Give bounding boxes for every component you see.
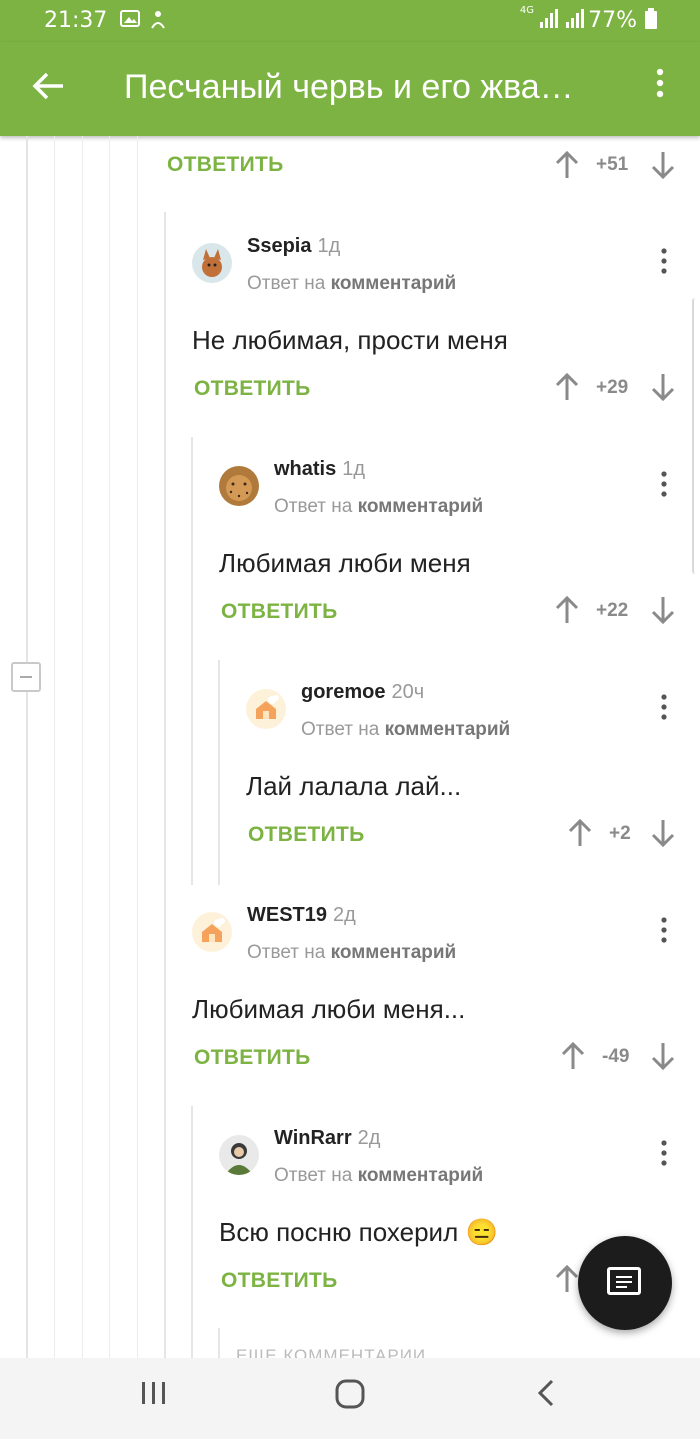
reply-to: Ответ на комментарий — [274, 1165, 484, 1186]
reply-to-link[interactable]: комментарий — [331, 942, 457, 963]
more-vert-icon[interactable] — [654, 1140, 674, 1170]
reply-to: Ответ на комментарий — [247, 273, 457, 294]
reply-to-link[interactable]: комментарий — [358, 496, 484, 517]
arrow-up-icon[interactable] — [554, 1264, 580, 1300]
comment-fab-button[interactable] — [578, 1236, 672, 1330]
reply-button[interactable]: ОТВЕТИТЬ — [248, 823, 365, 847]
more-vert-icon[interactable] — [654, 694, 674, 724]
thread-guide — [109, 136, 110, 1358]
comment-username[interactable]: WEST19 2д — [247, 904, 356, 927]
battery: 77% — [588, 8, 658, 33]
recent-apps-icon[interactable] — [140, 1378, 168, 1416]
reply-button[interactable]: ОТВЕТИТЬ — [194, 377, 311, 401]
thread-guide — [137, 136, 138, 1358]
thread-line — [191, 1106, 193, 1358]
comment-username[interactable]: goremoe 20ч — [301, 681, 424, 704]
battery-icon — [645, 8, 657, 29]
arrow-down-icon[interactable] — [650, 595, 676, 631]
avatar[interactable] — [219, 466, 259, 506]
comment-age: 2д — [333, 904, 356, 926]
thread-line — [218, 660, 220, 885]
comment-text: Всю посню похерил 😑 — [219, 1217, 498, 1247]
thread-guide — [54, 136, 55, 1358]
vote-score: -49 — [602, 1046, 630, 1067]
vote-score: +22 — [596, 600, 629, 621]
arrow-up-icon[interactable] — [554, 150, 580, 186]
comment-age: 1д — [317, 235, 341, 257]
back-icon[interactable] — [536, 1378, 556, 1416]
more-vert-icon[interactable] — [654, 471, 674, 501]
avatar[interactable] — [219, 1135, 259, 1175]
arrow-up-icon[interactable] — [554, 595, 580, 631]
comment-age: 2д — [357, 1127, 381, 1149]
more-vert-icon[interactable] — [654, 917, 674, 947]
avatar[interactable] — [192, 243, 232, 283]
thread-line — [218, 1328, 220, 1358]
arrow-down-icon[interactable] — [650, 372, 676, 408]
reply-to: Ответ на комментарий — [247, 942, 457, 963]
arrow-up-icon[interactable] — [560, 1041, 586, 1077]
reply-button[interactable]: ОТВЕТИТЬ — [221, 600, 338, 624]
app-bar: Песчаный червь и его жва… — [0, 42, 700, 136]
thread-line — [164, 212, 166, 1358]
vote-score: +2 — [609, 823, 631, 844]
comment-username[interactable]: whatis 1д — [274, 458, 365, 481]
arrow-down-icon[interactable] — [650, 1041, 676, 1077]
reply-to: Ответ на комментарий — [301, 719, 511, 740]
arrow-down-icon[interactable] — [650, 818, 676, 854]
vote-score: +29 — [596, 377, 629, 398]
reply-button[interactable]: ОТВЕТИТЬ — [167, 153, 284, 177]
comment-username[interactable]: WinRarr 2д — [274, 1127, 380, 1150]
comment-age: 1д — [342, 458, 366, 480]
arrow-up-icon[interactable] — [554, 372, 580, 408]
reply-to-link[interactable]: комментарий — [331, 273, 457, 294]
reply-to: Ответ на комментарий — [274, 496, 484, 517]
more-vert-icon[interactable] — [654, 248, 674, 278]
thread-line — [191, 437, 193, 885]
reply-to-link[interactable]: комментарий — [358, 1165, 484, 1186]
expressionless-emoji: 😑 — [465, 1217, 498, 1247]
avatar[interactable] — [246, 689, 286, 729]
comment-username[interactable]: Ssepia 1д — [247, 235, 340, 258]
status-time: 21:37 — [44, 8, 108, 33]
network-type: 4G — [519, 5, 534, 16]
avatar[interactable] — [192, 912, 232, 952]
reply-button[interactable]: ОТВЕТИТЬ — [221, 1269, 338, 1293]
thread-guide — [26, 136, 28, 1358]
battery-level: 77% — [588, 8, 637, 33]
status-bar: 21:37 4G 77% — [0, 0, 700, 42]
home-icon[interactable] — [334, 1378, 366, 1418]
reply-to-link[interactable]: комментарий — [385, 719, 511, 740]
arrow-left-icon[interactable] — [28, 66, 68, 112]
comment-text: Не любимая, прости меня — [192, 325, 508, 355]
signal-icon — [538, 8, 588, 36]
more-vert-icon[interactable] — [642, 66, 678, 112]
arrow-up-icon[interactable] — [567, 818, 593, 854]
system-nav-bar — [0, 1358, 700, 1439]
comment-text: Лай лалала лай... — [246, 771, 462, 801]
thread-guide — [82, 136, 83, 1358]
arrow-down-icon[interactable] — [650, 150, 676, 186]
comment-icon — [607, 1267, 641, 1295]
vote-score: +51 — [596, 154, 629, 175]
reply-button[interactable]: ОТВЕТИТЬ — [194, 1046, 311, 1070]
notification-icons — [120, 8, 170, 36]
page-title: Песчаный червь и его жва… — [124, 68, 574, 106]
collapse-thread-button[interactable] — [11, 662, 41, 692]
scrollbar[interactable] — [692, 298, 700, 574]
comment-text: Любимая люби меня... — [192, 994, 466, 1024]
comment-text: Любимая люби меня — [219, 548, 471, 578]
comment-age: 20ч — [391, 681, 425, 703]
